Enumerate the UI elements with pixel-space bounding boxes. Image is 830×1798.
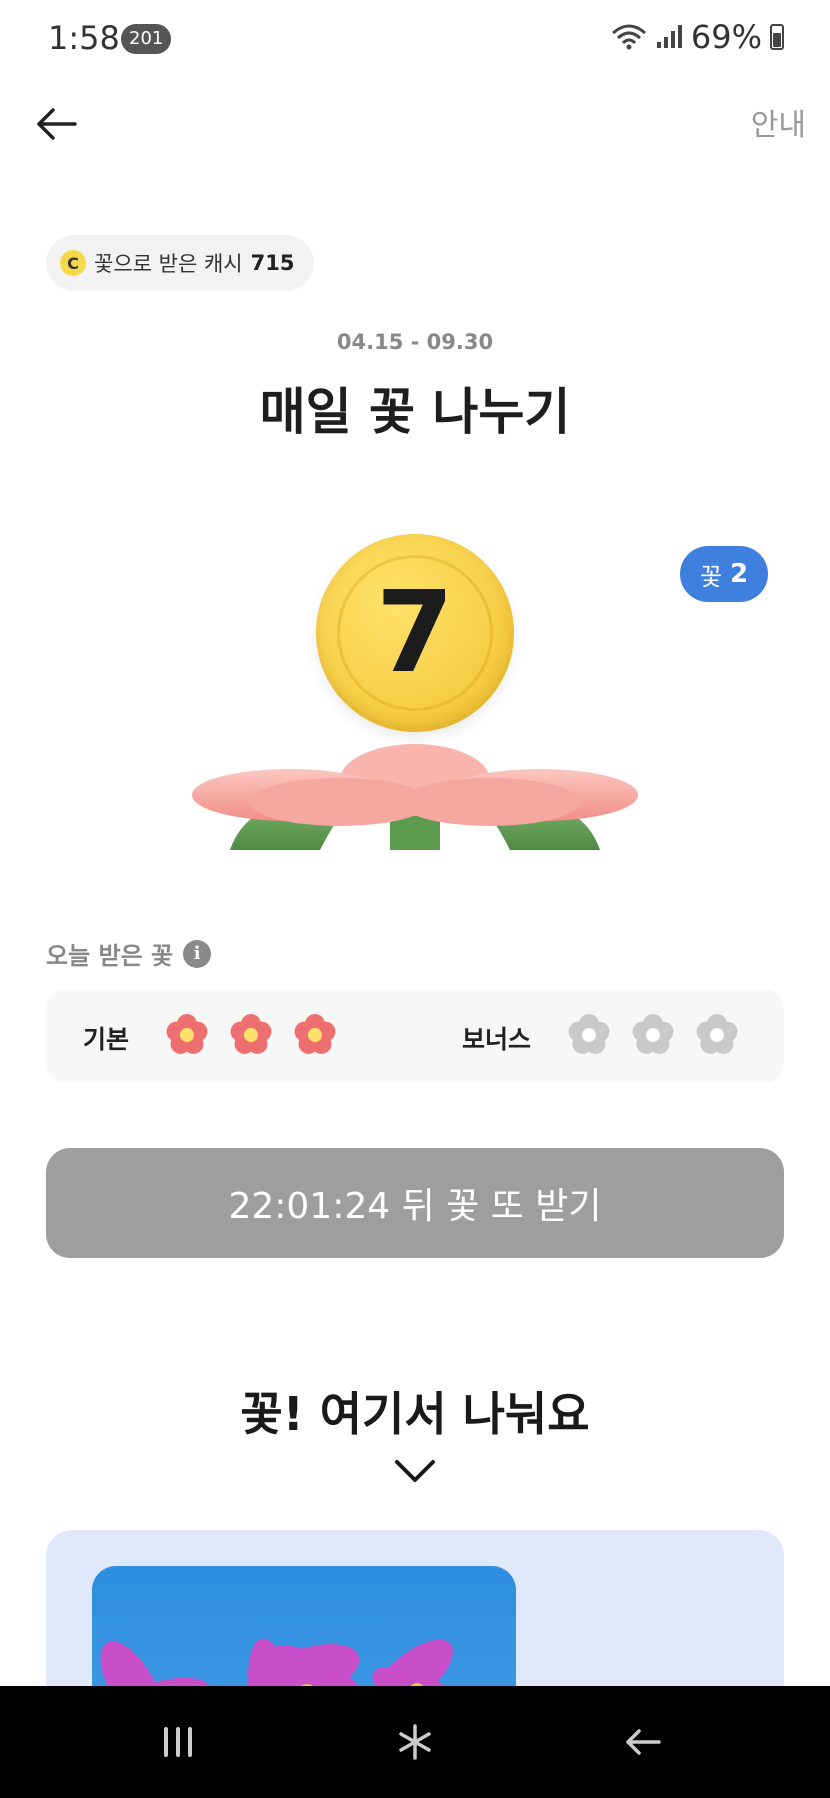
- notification-badge: 201: [121, 24, 172, 54]
- battery-icon: [770, 24, 784, 50]
- battery-percent: 69%: [690, 18, 762, 56]
- basic-flowers: [162, 1010, 340, 1060]
- basic-flower-1-received: [166, 1014, 208, 1054]
- flower-petals-illustration: [192, 744, 638, 850]
- basic-flower-3-received: [294, 1014, 336, 1054]
- cash-coin-icon: C: [60, 250, 86, 276]
- wifi-icon: [611, 24, 646, 50]
- home-icon: [399, 1724, 431, 1760]
- status-time: 1:58: [48, 19, 120, 57]
- system-nav-bar: [0, 1686, 830, 1798]
- cash-label: 꽃으로 받은 캐시: [94, 252, 243, 276]
- basic-label: 기본: [83, 1025, 130, 1054]
- nav-back-button[interactable]: [583, 1686, 703, 1798]
- flower-illustration: 7: [190, 520, 640, 850]
- flower-count-label: 꽃: [700, 562, 723, 591]
- bonus-flower-3-empty: [696, 1014, 738, 1054]
- bonus-flowers: [564, 1010, 742, 1060]
- status-icons: 69%: [611, 18, 784, 56]
- bonus-label: 보너스: [462, 1025, 532, 1054]
- bonus-flower-2-empty: [632, 1014, 674, 1054]
- signal-icon: [656, 25, 682, 48]
- recent-apps-button[interactable]: [118, 1686, 238, 1798]
- event-period: 04.15 - 09.30: [336, 330, 494, 354]
- coin-illustration: 7: [316, 534, 514, 732]
- today-flowers-box: 기본 보너스: [46, 990, 784, 1082]
- chevron-down-icon[interactable]: [393, 1458, 437, 1484]
- today-flowers-heading: 오늘 받은 꽃 i: [46, 936, 212, 971]
- flower-count-badge: 꽃 2: [680, 546, 769, 602]
- basic-flower-2-received: [230, 1014, 272, 1054]
- today-label: 오늘 받은 꽃: [46, 942, 174, 970]
- bonus-flower-1-empty: [568, 1014, 610, 1054]
- back-icon: [626, 1729, 661, 1755]
- guide-button[interactable]: 안내: [751, 100, 806, 144]
- page: 1:58 201 69% 안내 C 꽃으로 받은 캐시 715 04.15 - …: [0, 0, 830, 1798]
- status-bar: 1:58 201 69%: [0, 0, 830, 80]
- arrow-left-icon: [37, 108, 77, 140]
- recent-apps-icon: [164, 1727, 192, 1757]
- home-button[interactable]: [355, 1686, 475, 1798]
- coin-number: 7: [376, 568, 454, 698]
- back-button[interactable]: [28, 96, 84, 152]
- share-section-title: 꽃! 여기서 나눠요: [240, 1387, 590, 1441]
- info-icon[interactable]: i: [183, 939, 212, 968]
- cash-pill[interactable]: C 꽃으로 받은 캐시 715: [46, 235, 315, 291]
- flower-count-value: 2: [730, 559, 749, 589]
- page-title: 매일 꽃 나누기: [259, 383, 571, 441]
- cash-value: 715: [250, 251, 295, 275]
- receive-flower-timer-button[interactable]: 22:01:24 뒤 꽃 또 받기: [46, 1148, 784, 1258]
